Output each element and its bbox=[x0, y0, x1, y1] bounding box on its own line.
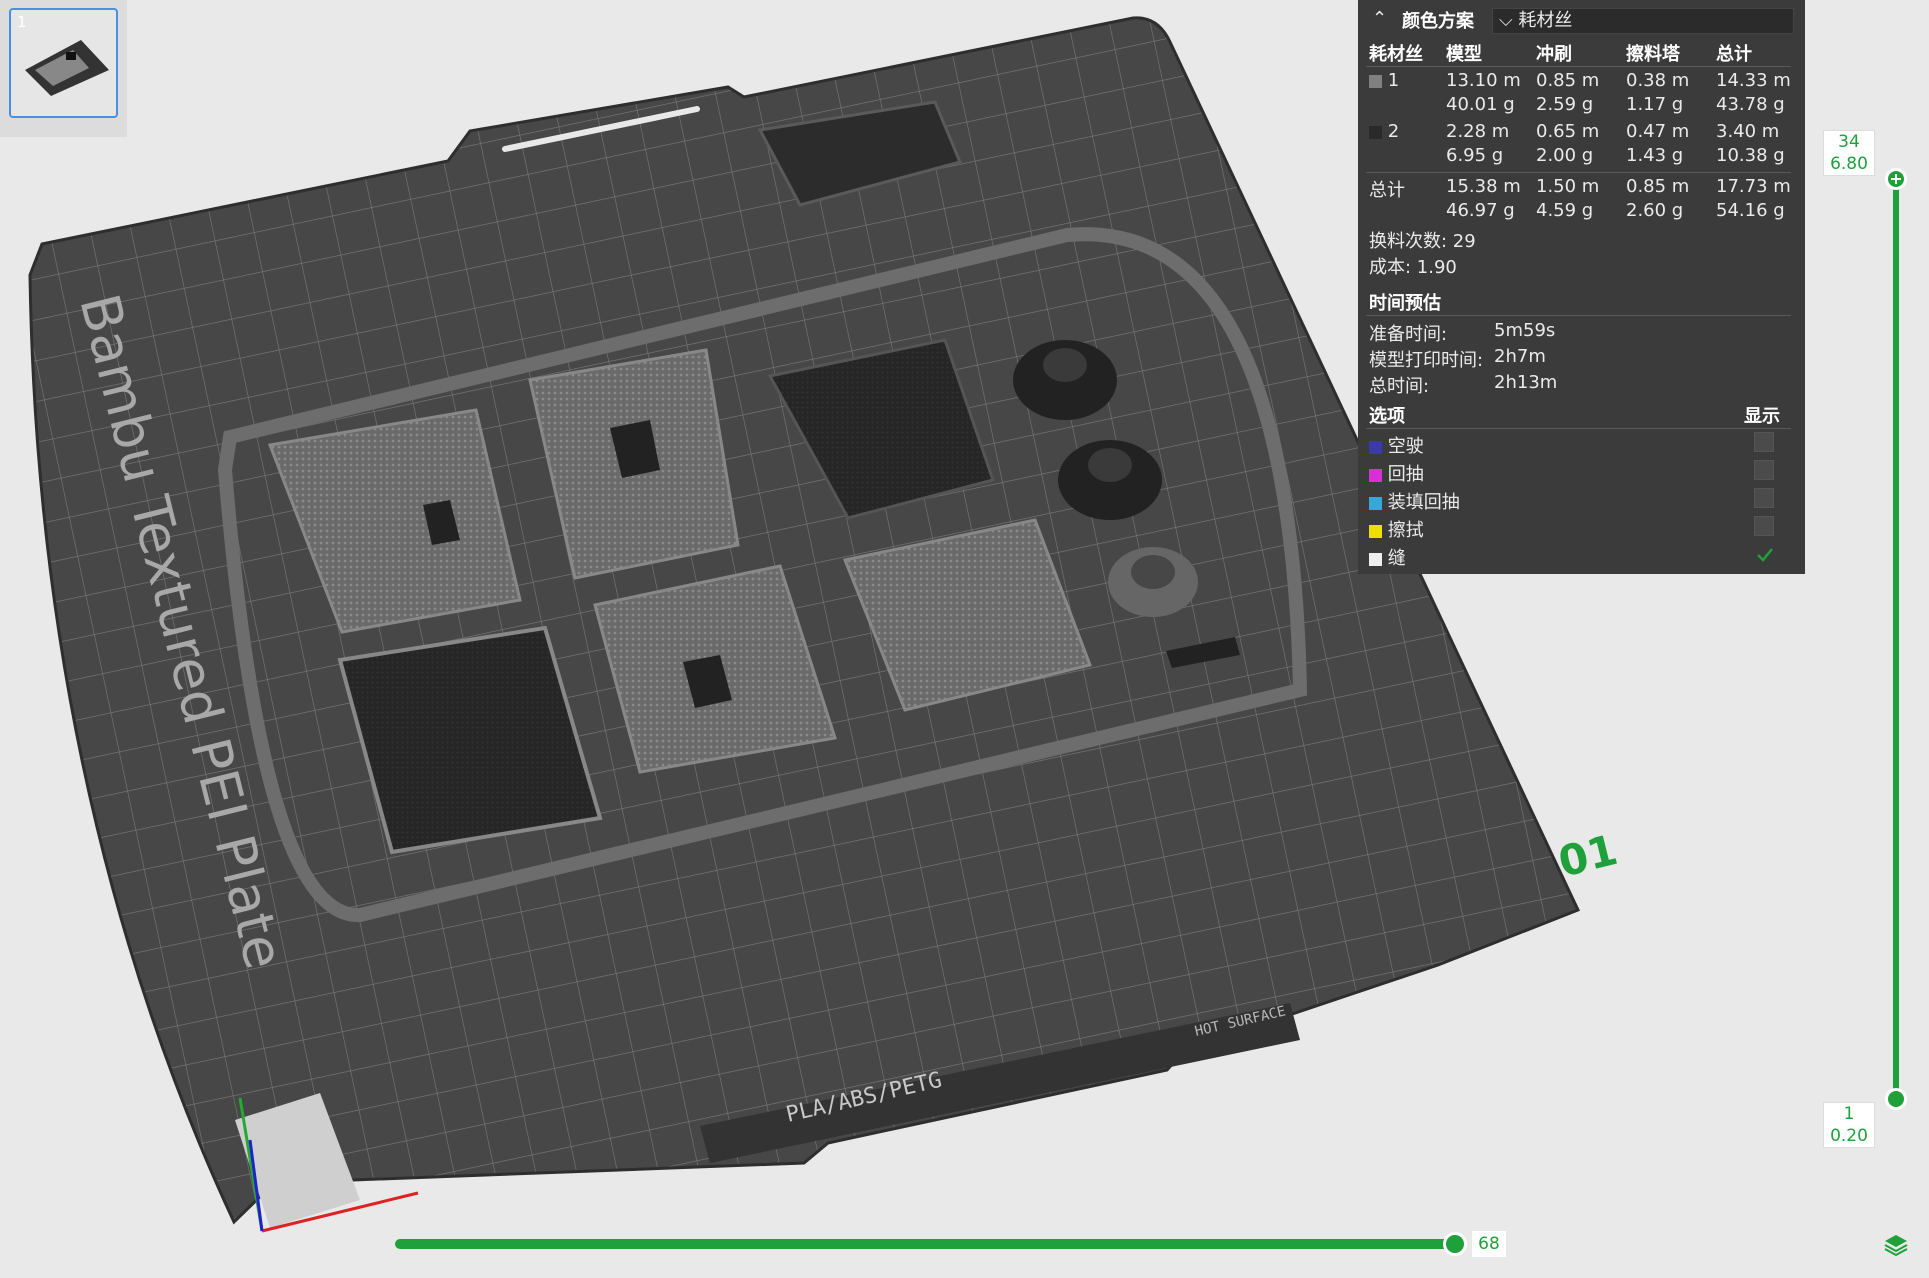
layer-top-label: 34 6.80 bbox=[1823, 130, 1875, 176]
cell: 15.38 m bbox=[1446, 176, 1521, 197]
cell: 6.95 g bbox=[1446, 145, 1504, 166]
option-seam-checkbox[interactable] bbox=[1754, 544, 1774, 564]
total-time-value: 2h13m bbox=[1494, 372, 1558, 393]
chevron-down-icon: ⌵ bbox=[1499, 10, 1513, 31]
option-wipe-checkbox[interactable] bbox=[1754, 516, 1774, 536]
cell: 4.59 g bbox=[1536, 200, 1594, 221]
color-scheme-label: 颜色方案 bbox=[1402, 11, 1474, 32]
options-header: 选项 bbox=[1369, 406, 1405, 427]
cell: 54.16 g bbox=[1716, 200, 1785, 221]
plate-thumbnail[interactable]: 1 bbox=[9, 8, 118, 118]
option-retraction: 回抽 bbox=[1369, 460, 1424, 486]
filament-row-1: 1 bbox=[1369, 70, 1399, 91]
cell: 0.38 m bbox=[1626, 70, 1690, 91]
totals-label: 总计 bbox=[1369, 180, 1405, 201]
check-icon bbox=[1757, 548, 1773, 562]
filament-swatch bbox=[1369, 74, 1382, 88]
cell: 46.97 g bbox=[1446, 200, 1515, 221]
col-total: 总计 bbox=[1716, 44, 1752, 65]
cell: 2.59 g bbox=[1536, 94, 1594, 115]
plus-icon bbox=[1891, 174, 1901, 184]
cell: 43.78 g bbox=[1716, 94, 1785, 115]
legend-panel: ⌃ 颜色方案 ⌵ 耗材丝 耗材丝 模型 冲刷 擦料塔 总计 1 13.10 m … bbox=[1358, 0, 1805, 574]
model-time-value: 2h7m bbox=[1494, 346, 1546, 367]
cell: 1.50 m bbox=[1536, 176, 1600, 197]
option-swatch bbox=[1369, 468, 1382, 482]
cell: 0.47 m bbox=[1626, 121, 1690, 142]
move-slider-track[interactable] bbox=[395, 1239, 1456, 1249]
cell: 3.40 m bbox=[1716, 121, 1780, 142]
option-swatch bbox=[1369, 524, 1382, 538]
layer-slider-top-handle[interactable] bbox=[1885, 168, 1907, 190]
col-tower: 擦料塔 bbox=[1626, 44, 1680, 65]
color-scheme-dropdown[interactable]: ⌵ 耗材丝 bbox=[1492, 8, 1794, 34]
layer-bottom-label: 1 0.20 bbox=[1823, 1102, 1875, 1148]
option-swatch bbox=[1369, 552, 1382, 566]
cell: 40.01 g bbox=[1446, 94, 1515, 115]
cell: 1.43 g bbox=[1626, 145, 1684, 166]
display-header: 显示 bbox=[1744, 406, 1780, 427]
col-filament: 耗材丝 bbox=[1369, 44, 1423, 65]
col-flush: 冲刷 bbox=[1536, 44, 1572, 65]
cell: 2.28 m bbox=[1446, 121, 1510, 142]
option-travel-checkbox[interactable] bbox=[1754, 432, 1774, 452]
option-retraction-checkbox[interactable] bbox=[1754, 460, 1774, 480]
option-swatch bbox=[1369, 440, 1382, 454]
filament-changes: 换料次数: 29 bbox=[1369, 231, 1476, 252]
option-wipe: 擦拭 bbox=[1369, 516, 1424, 542]
option-seam: 缝 bbox=[1369, 544, 1406, 570]
plate-thumbnail-number: 1 bbox=[17, 13, 27, 31]
layer-slider-track[interactable] bbox=[1893, 178, 1899, 1100]
cell: 2.60 g bbox=[1626, 200, 1684, 221]
total-time-label: 总时间: bbox=[1369, 376, 1430, 397]
col-model: 模型 bbox=[1446, 44, 1482, 65]
cell: 14.33 m bbox=[1716, 70, 1791, 91]
cell: 13.10 m bbox=[1446, 70, 1521, 91]
prep-time-label: 准备时间: bbox=[1369, 324, 1448, 345]
plate-thumbnail-icon bbox=[25, 40, 109, 96]
plate-thumbnail-panel: 1 bbox=[0, 0, 127, 137]
layer-slider-bottom-handle[interactable] bbox=[1885, 1088, 1907, 1110]
move-slider-value: 68 bbox=[1472, 1231, 1506, 1257]
prep-time-value: 5m59s bbox=[1494, 320, 1556, 341]
collapse-icon[interactable]: ⌃ bbox=[1372, 8, 1387, 29]
filament-row-2: 2 bbox=[1369, 121, 1399, 142]
filament-swatch bbox=[1369, 125, 1382, 139]
option-swatch bbox=[1369, 496, 1382, 510]
cell: 0.85 m bbox=[1626, 176, 1690, 197]
layers-icon[interactable] bbox=[1883, 1233, 1909, 1257]
time-header: 时间预估 bbox=[1369, 293, 1441, 314]
cell: 10.38 g bbox=[1716, 145, 1785, 166]
option-deretraction-checkbox[interactable] bbox=[1754, 488, 1774, 508]
cell: 1.17 g bbox=[1626, 94, 1684, 115]
color-scheme-value: 耗材丝 bbox=[1518, 10, 1573, 31]
move-slider-handle[interactable] bbox=[1443, 1232, 1467, 1256]
cost: 成本: 1.90 bbox=[1369, 257, 1457, 278]
plate-number: 01 bbox=[1554, 825, 1623, 887]
option-deretraction: 装填回抽 bbox=[1369, 488, 1460, 514]
model-time-label: 模型打印时间: bbox=[1369, 350, 1484, 371]
cell: 17.73 m bbox=[1716, 176, 1791, 197]
cell: 0.65 m bbox=[1536, 121, 1600, 142]
option-travel: 空驶 bbox=[1369, 432, 1424, 458]
cell: 2.00 g bbox=[1536, 145, 1594, 166]
cell: 0.85 m bbox=[1536, 70, 1600, 91]
